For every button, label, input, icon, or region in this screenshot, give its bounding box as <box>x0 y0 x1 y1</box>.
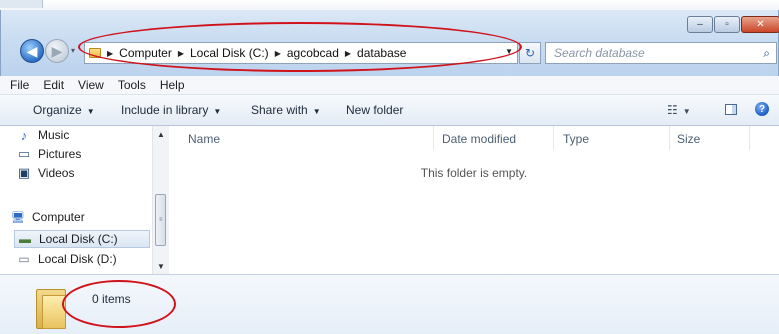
new-folder-button[interactable]: New folder <box>346 103 403 117</box>
address-bar[interactable]: ▶ Computer ▶ Local Disk (C:) ▶ agcobcad … <box>84 42 518 64</box>
breadcrumb-computer[interactable]: Computer <box>119 46 172 60</box>
menu-help[interactable]: Help <box>160 78 185 92</box>
menu-bar: File Edit View Tools Help <box>0 76 779 95</box>
change-view-button[interactable]: ☷ ▼ <box>667 103 691 117</box>
grip-icon: ≡ <box>159 217 163 223</box>
sidebar-item-label: Music <box>38 128 70 142</box>
organize-button[interactable]: Organize ▼ <box>33 103 95 117</box>
column-divider[interactable] <box>433 126 434 150</box>
file-list[interactable]: Name Date modified Type Size This folder… <box>169 126 779 274</box>
navigation-pane: ♪ Music ▭ Pictures ▣ Videos 🖥 Computer ▬… <box>0 126 152 274</box>
preview-pane-icon[interactable] <box>725 104 737 115</box>
breadcrumb-local-disk-c[interactable]: Local Disk (C:) <box>190 46 269 60</box>
breadcrumb-separator[interactable]: ▶ <box>107 49 113 58</box>
column-divider[interactable] <box>669 126 670 150</box>
sidebar-item-local-disk-d[interactable]: ▭ Local Disk (D:) <box>16 250 117 268</box>
menu-edit[interactable]: Edit <box>43 78 64 92</box>
column-header-name[interactable]: Name <box>188 132 220 146</box>
close-button[interactable]: ✕ <box>741 16 779 33</box>
search-placeholder: Search database <box>554 46 645 60</box>
chevron-down-icon: ▼ <box>312 107 321 116</box>
column-header-date-modified[interactable]: Date modified <box>442 132 516 146</box>
sidebar-item-computer[interactable]: 🖥 Computer <box>10 208 85 226</box>
sidebar-item-label: Local Disk (C:) <box>39 232 118 246</box>
item-count: 0 items <box>92 292 131 306</box>
column-divider[interactable] <box>553 126 554 150</box>
scroll-up-icon[interactable]: ▲ <box>157 130 165 139</box>
sidebar-item-local-disk-c[interactable]: ▬ Local Disk (C:) <box>14 230 150 248</box>
drive-icon: ▭ <box>18 252 30 266</box>
sidebar-item-pictures[interactable]: ▭ Pictures <box>16 145 82 163</box>
sidebar-item-label: Videos <box>38 166 75 180</box>
details-pane: 0 items <box>0 274 779 334</box>
breadcrumb-separator[interactable]: ▶ <box>275 49 281 58</box>
views-icon: ☷ <box>667 103 678 117</box>
chevron-down-icon: ▼ <box>86 107 95 116</box>
help-icon[interactable]: ? <box>755 102 769 116</box>
nav-pane-scrollbar[interactable]: ▲ ≡ ▼ <box>152 126 169 274</box>
sidebar-item-label: Computer <box>32 210 85 224</box>
scrollbar-thumb[interactable]: ≡ <box>155 194 166 246</box>
refresh-button[interactable]: ↻ <box>519 42 541 64</box>
back-button[interactable]: ◀ <box>20 39 44 63</box>
breadcrumb-separator[interactable]: ▶ <box>345 49 351 58</box>
music-icon: ♪ <box>20 127 28 143</box>
minimize-button[interactable]: – <box>687 16 713 33</box>
recent-locations-chevron-down-icon[interactable]: ▾ <box>71 46 75 55</box>
scroll-down-icon[interactable]: ▼ <box>157 262 165 271</box>
column-header-size[interactable]: Size <box>677 132 700 146</box>
search-input[interactable]: Search database ⌕ <box>545 42 777 64</box>
sidebar-item-videos[interactable]: ▣ Videos <box>16 164 75 182</box>
include-in-library-button[interactable]: Include in library ▼ <box>121 103 221 117</box>
folder-icon <box>36 289 66 329</box>
column-divider[interactable] <box>749 126 750 150</box>
sidebar-item-label: Pictures <box>38 147 82 161</box>
chevron-down-icon: ▼ <box>682 107 691 116</box>
address-dropdown-chevron-down-icon[interactable]: ▼ <box>505 47 513 56</box>
forward-button[interactable]: ▶ <box>45 39 69 63</box>
command-bar: Organize ▼ Include in library ▼ Share with… <box>0 95 779 126</box>
sidebar-item-music[interactable]: ♪ Music <box>16 126 70 144</box>
sidebar-item-label: Local Disk (D:) <box>38 252 117 266</box>
drive-icon: ▬ <box>19 232 31 246</box>
search-icon[interactable]: ⌕ <box>763 46 770 61</box>
videos-icon: ▣ <box>17 165 31 180</box>
menu-file[interactable]: File <box>10 78 29 92</box>
pictures-icon: ▭ <box>17 146 31 161</box>
empty-folder-message: This folder is empty. <box>420 166 528 180</box>
share-with-button[interactable]: Share with ▼ <box>251 103 321 117</box>
refresh-icon: ↻ <box>524 46 536 60</box>
background-window-edge <box>0 0 43 8</box>
computer-icon: 🖥 <box>11 211 25 224</box>
folder-icon <box>89 48 101 58</box>
chevron-down-icon: ▼ <box>213 107 222 116</box>
breadcrumb-agcobcad[interactable]: agcobcad <box>287 46 339 60</box>
column-header-type[interactable]: Type <box>563 132 589 146</box>
breadcrumb-separator[interactable]: ▶ <box>178 49 184 58</box>
menu-tools[interactable]: Tools <box>118 78 146 92</box>
maximize-button[interactable]: ▫ <box>714 16 740 33</box>
menu-view[interactable]: View <box>78 78 104 92</box>
breadcrumb-database[interactable]: database <box>357 46 406 60</box>
